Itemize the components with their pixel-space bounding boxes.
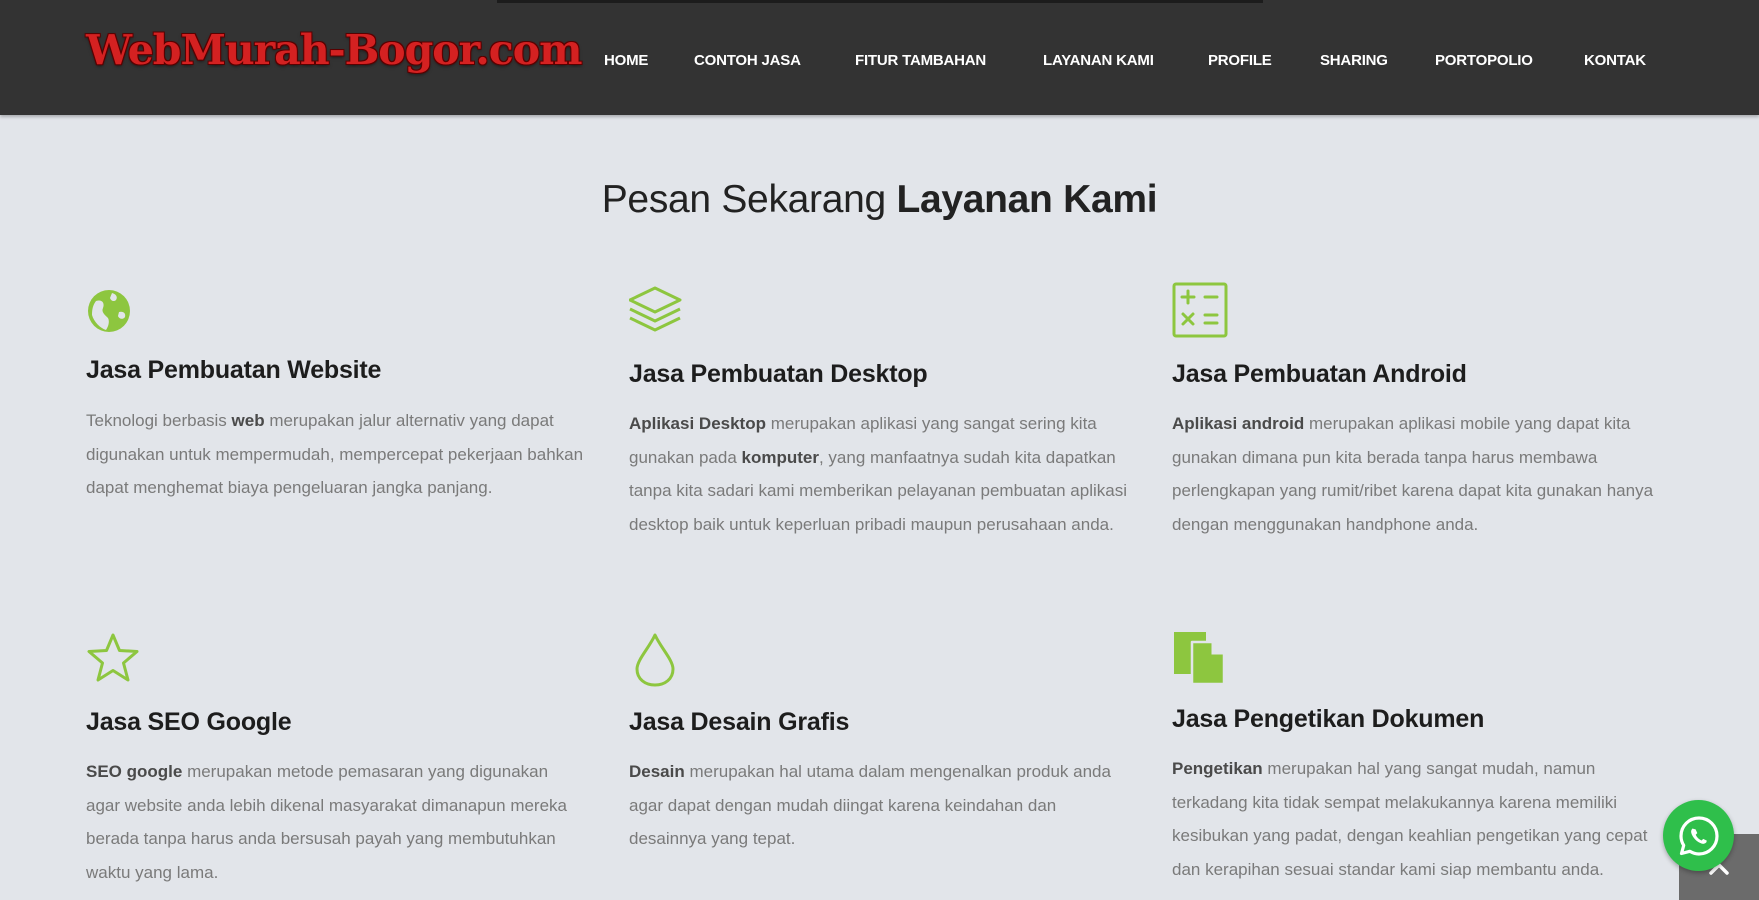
section-title-bold: Layanan Kami: [896, 178, 1158, 221]
service-card-seo: Jasa SEO Google SEO google merupakan met…: [86, 632, 586, 892]
description-keyword: Pengetikan: [1172, 759, 1263, 778]
site-header: WebMurah-Bogor.com HOME CONTOH JASA FITU…: [0, 0, 1759, 115]
service-title: Jasa Pembuatan Website: [86, 356, 382, 384]
droplet-icon: [635, 633, 675, 687]
globe-icon: [88, 290, 130, 332]
description-keyword: Desain: [629, 762, 685, 781]
description-text: Teknologi berbasis: [86, 411, 232, 430]
nav-home[interactable]: HOME: [604, 52, 648, 69]
service-card-desktop: Jasa Pembuatan Desktop Aplikasi Desktop …: [629, 285, 1129, 575]
service-description: Desain merupakan hal utama dalam mengena…: [629, 755, 1127, 856]
service-description: Pengetikan merupakan hal yang sangat mud…: [1172, 752, 1670, 886]
service-title: Jasa Pengetikan Dokumen: [1172, 705, 1485, 733]
section-title-light: Pesan Sekarang: [601, 178, 886, 221]
description-text: merupakan hal utama dalam mengenalkan pr…: [629, 762, 1111, 848]
service-card-desain: Jasa Desain Grafis Desain merupakan hal …: [629, 632, 1129, 852]
star-icon: [87, 633, 139, 682]
top-strip: [497, 0, 1263, 3]
description-keyword: Aplikasi android: [1172, 414, 1305, 433]
description-keyword: web: [231, 411, 265, 430]
service-card-website: Jasa Pembuatan Website Teknologi berbasi…: [86, 285, 586, 545]
nav-layanan-kami[interactable]: LAYANAN KAMI: [1043, 52, 1154, 69]
nav-sharing[interactable]: SHARING: [1320, 52, 1388, 69]
service-description: Aplikasi Desktop merupakan aplikasi yang…: [629, 407, 1127, 541]
service-description: Aplikasi android merupakan aplikasi mobi…: [1172, 407, 1670, 541]
service-description: Teknologi berbasis web merupakan jalur a…: [86, 404, 584, 505]
nav-kontak[interactable]: KONTAK: [1584, 52, 1646, 69]
nav-portopolio[interactable]: PORTOPOLIO: [1435, 52, 1533, 69]
main-nav: HOME CONTOH JASA FITUR TAMBAHAN LAYANAN …: [0, 52, 1759, 72]
service-title: Jasa Desain Grafis: [629, 708, 850, 736]
description-keyword: SEO google: [86, 762, 183, 781]
documents-icon: [1174, 632, 1226, 686]
nav-profile[interactable]: PROFILE: [1208, 52, 1272, 69]
layers-icon: [629, 286, 682, 332]
whatsapp-icon: [1678, 815, 1719, 856]
service-title: Jasa SEO Google: [86, 708, 292, 736]
section-title: Pesan Sekarang Layanan Kami: [0, 178, 1759, 222]
service-description: SEO google merupakan metode pemasaran ya…: [86, 755, 584, 889]
calculator-icon: [1172, 282, 1228, 338]
description-keyword: komputer: [741, 447, 819, 467]
description-keyword: Aplikasi Desktop: [629, 414, 766, 433]
nav-fitur-tambahan[interactable]: FITUR TAMBAHAN: [855, 52, 986, 69]
nav-contoh-jasa[interactable]: CONTOH JASA: [694, 52, 801, 69]
service-title: Jasa Pembuatan Desktop: [629, 360, 928, 388]
service-card-pengetikan: Jasa Pengetikan Dokumen Pengetikan merup…: [1172, 630, 1672, 900]
whatsapp-button[interactable]: [1663, 800, 1734, 871]
service-title: Jasa Pembuatan Android: [1172, 360, 1467, 388]
service-card-android: Jasa Pembuatan Android Aplikasi android …: [1172, 282, 1672, 572]
